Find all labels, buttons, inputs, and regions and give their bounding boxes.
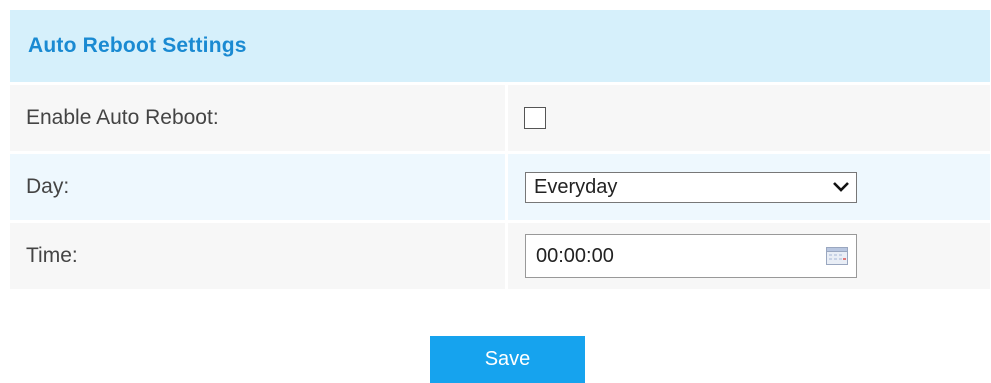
auto-reboot-settings-panel: Auto Reboot Settings Enable Auto Reboot:…: [10, 10, 990, 289]
time-input-value: 00:00:00: [536, 244, 614, 267]
time-label: Time:: [10, 223, 505, 289]
day-row: Day: Everyday: [10, 154, 990, 220]
enable-auto-reboot-label: Enable Auto Reboot:: [10, 85, 505, 151]
time-cell: 00:00:00: [508, 223, 990, 289]
calendar-icon[interactable]: [826, 247, 848, 265]
time-input[interactable]: 00:00:00: [525, 234, 857, 278]
enable-auto-reboot-row: Enable Auto Reboot:: [10, 85, 990, 151]
day-cell: Everyday: [508, 154, 990, 220]
chevron-down-icon: [832, 181, 850, 193]
enable-auto-reboot-checkbox[interactable]: [524, 107, 546, 129]
settings-header: Auto Reboot Settings: [10, 10, 990, 82]
day-select[interactable]: Everyday: [525, 171, 857, 203]
day-select-value: Everyday: [534, 175, 618, 198]
day-label: Day:: [10, 154, 505, 220]
time-row: Time: 00:00:00: [10, 223, 990, 289]
enable-auto-reboot-cell: [508, 85, 990, 151]
save-button[interactable]: Save: [430, 336, 585, 383]
page-title: Auto Reboot Settings: [28, 34, 247, 57]
